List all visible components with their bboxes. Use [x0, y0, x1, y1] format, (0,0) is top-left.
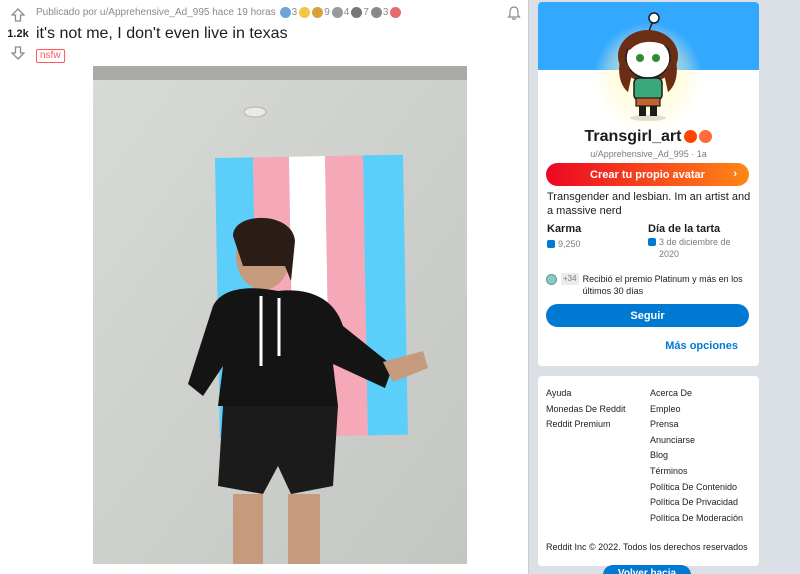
footer-link-contenido[interactable]: Política De Contenido — [650, 480, 743, 496]
post-card: 1.2k Publicado por u/Apprehensive_Ad_995… — [0, 0, 529, 574]
badge-red-icon — [684, 130, 698, 144]
trophy-row[interactable]: +34 Recibió el premio Platinum y más en … — [546, 273, 751, 297]
follow-button[interactable]: Seguir — [546, 304, 749, 327]
footer-link-acerca[interactable]: Acerca De — [650, 386, 743, 402]
badge-orange-icon — [699, 130, 713, 144]
footer-link-moderacion[interactable]: Política De Moderación — [650, 511, 743, 527]
vote-column: 1.2k — [0, 0, 36, 62]
karma-icon — [547, 240, 555, 248]
nsfw-tag: nsfw — [36, 49, 65, 63]
back-to-top-button[interactable]: Volver hacia arriba — [603, 565, 691, 574]
downvote-icon[interactable] — [9, 44, 27, 62]
award-pink-icon[interactable] — [390, 6, 402, 18]
karma-label: Karma — [547, 223, 582, 235]
cake-day-label: Día de la tarta — [648, 223, 721, 235]
footer-link-blog[interactable]: Blog — [650, 448, 743, 464]
award-trophy-icon[interactable]: 7 — [351, 6, 369, 18]
post-image[interactable] — [93, 66, 467, 564]
vote-score: 1.2k — [7, 28, 29, 40]
award-list[interactable]: 3 9 4 7 3 — [279, 6, 402, 18]
post-body: Publicado por u/Apprehensive_Ad_995 hace… — [36, 0, 528, 63]
post-title[interactable]: it's not me, I don't even live in texas — [36, 24, 528, 44]
award-hand-icon[interactable]: 3 — [370, 6, 388, 18]
award-face-icon[interactable] — [299, 6, 311, 18]
award-swirl-icon[interactable]: 4 — [331, 6, 349, 18]
trophy-count: +34 — [561, 273, 579, 285]
footer-right-col: Acerca De Empleo Prensa Anunciarse Blog … — [650, 386, 743, 526]
footer-link-empleo[interactable]: Empleo — [650, 402, 743, 418]
award-blue-icon[interactable]: 3 — [279, 6, 297, 18]
cake-icon — [648, 238, 656, 246]
footer-link-terminos[interactable]: Términos — [650, 464, 743, 480]
chevron-right-icon: › — [733, 168, 737, 180]
post-meta: Publicado por u/Apprehensive_Ad_995 hace… — [36, 0, 528, 24]
footer-link-privacidad[interactable]: Política De Privacidad — [650, 495, 743, 511]
footer-link-premium[interactable]: Reddit Premium — [546, 417, 626, 433]
footer-link-ayuda[interactable]: Ayuda — [546, 386, 626, 402]
trophy-icon — [546, 274, 557, 285]
avatar[interactable] — [608, 10, 688, 122]
bell-icon[interactable] — [506, 5, 522, 21]
karma-value: 9,250 — [547, 238, 581, 250]
footer-link-anunciarse[interactable]: Anunciarse — [650, 433, 743, 449]
footer-links-card: Ayuda Monedas De Reddit Reddit Premium A… — [538, 376, 759, 566]
award-gold-icon[interactable]: 9 — [312, 6, 330, 18]
upvote-icon[interactable] — [9, 6, 27, 24]
footer-link-prensa[interactable]: Prensa — [650, 417, 743, 433]
trophy-text: Recibió el premio Platinum y más en los … — [582, 274, 743, 296]
footer-link-monedas[interactable]: Monedas De Reddit — [546, 402, 626, 418]
footer-left-col: Ayuda Monedas De Reddit Reddit Premium — [546, 386, 626, 433]
post-byline[interactable]: Publicado por u/Apprehensive_Ad_995 hace… — [36, 7, 276, 18]
profile-handle: u/Apprehensive_Ad_995 · 1a — [590, 149, 707, 159]
profile-card: Transgirl_art u/Apprehensive_Ad_995 · 1a… — [538, 2, 759, 366]
profile-bio: Transgender and lesbian. Im an artist an… — [547, 191, 751, 217]
copyright-text: Reddit Inc © 2022. Todos los derechos re… — [546, 542, 748, 552]
more-options-link[interactable]: Más opciones — [665, 340, 738, 352]
create-avatar-button[interactable]: Crear tu propio avatar › — [546, 163, 749, 186]
profile-display-name: Transgirl_art — [538, 128, 759, 146]
cake-day-value: 3 de diciembre de 2020 — [648, 236, 748, 260]
